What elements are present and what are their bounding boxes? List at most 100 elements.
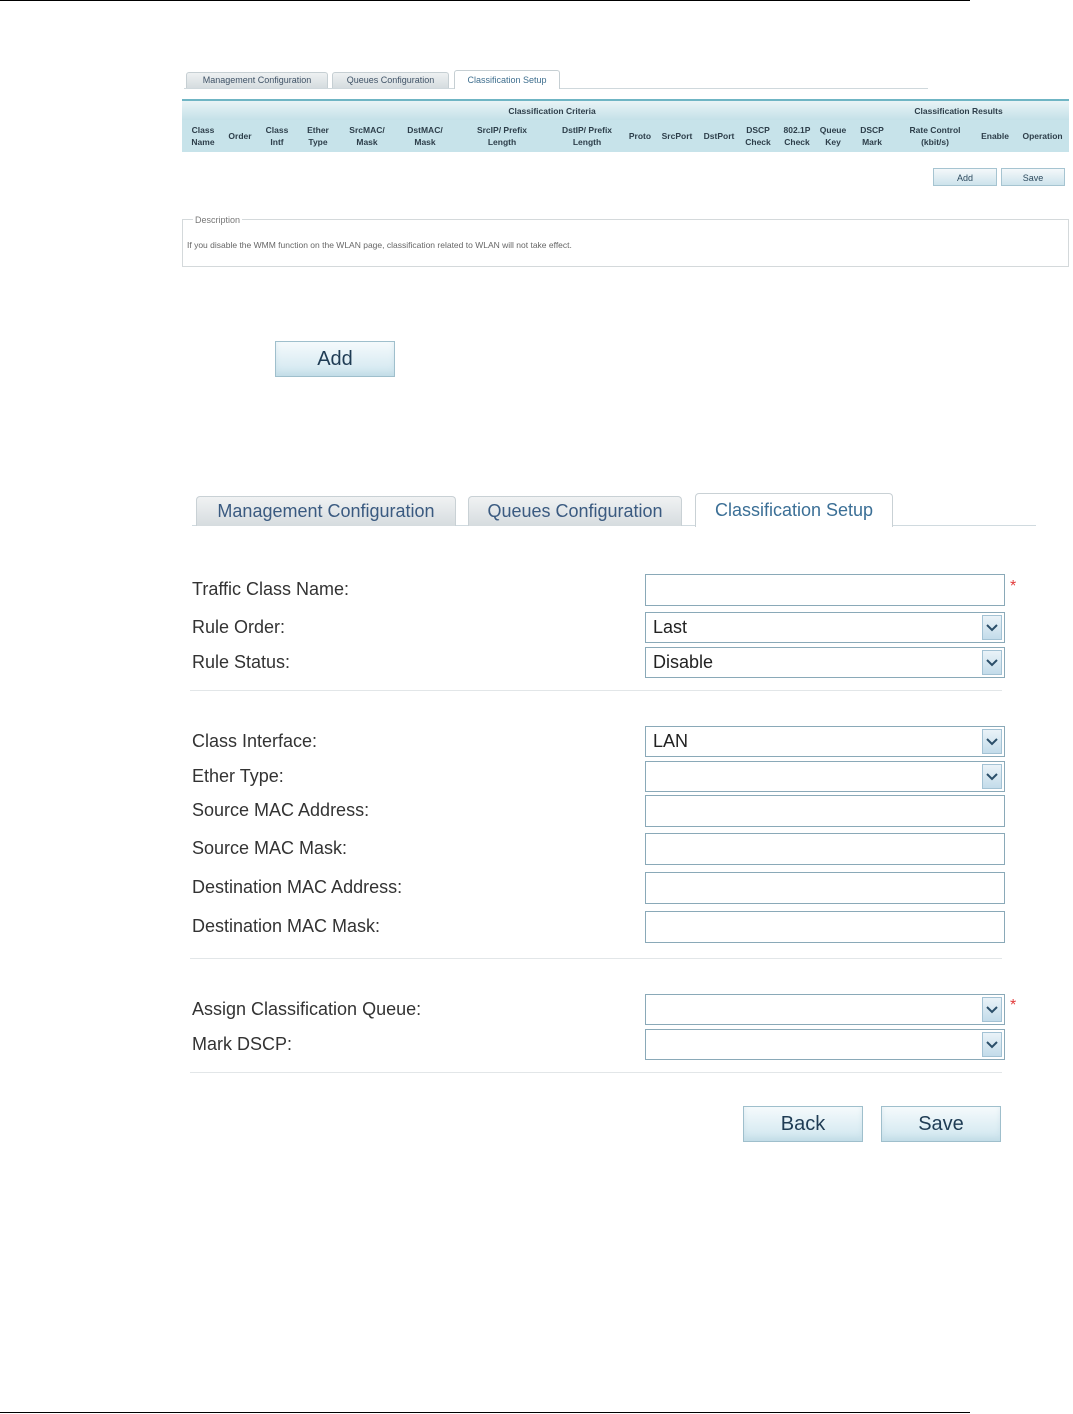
small-save-button[interactable]: Save xyxy=(1001,168,1065,186)
destination-mac-address-label: Destination MAC Address: xyxy=(192,877,403,897)
column-header: DSCP Check xyxy=(740,120,776,152)
column-header: Rate Control (kbit/s) xyxy=(896,120,975,152)
tab-management-configuration[interactable]: Management Configuration xyxy=(196,496,456,526)
required-marker: * xyxy=(1010,578,1017,595)
mark-dscp-select[interactable] xyxy=(645,1029,1005,1060)
chevron-down-icon[interactable] xyxy=(982,615,1002,640)
column-header-line: DstMAC/ xyxy=(407,125,443,135)
description-text: If you disable the WMM function on the W… xyxy=(187,240,572,250)
chevron-down-icon[interactable] xyxy=(982,650,1002,675)
column-header-line: Mask xyxy=(356,137,378,147)
save-button[interactable]: Save xyxy=(881,1106,1001,1142)
rule-status-select[interactable]: Disable xyxy=(645,647,1005,678)
small-tab-management-configuration[interactable]: Management Configuration xyxy=(186,72,328,88)
tab-bar: Management Configuration Queues Configur… xyxy=(192,493,1036,527)
assign-classification-queue-select[interactable] xyxy=(645,994,1005,1025)
source-mac-mask-label: Source MAC Mask: xyxy=(192,838,348,858)
destination-mac-mask-input[interactable] xyxy=(645,911,1005,943)
source-mac-mask-input[interactable] xyxy=(645,833,1005,865)
column-header-line: Class xyxy=(265,125,289,135)
column-header-line: Class xyxy=(191,125,215,135)
column-header-line: (kbit/s) xyxy=(921,137,949,147)
rule-order-select[interactable]: Last xyxy=(645,612,1005,643)
destination-mac-mask-label: Destination MAC Mask: xyxy=(192,916,381,936)
rule-order-label: Rule Order: xyxy=(192,617,286,637)
small-tab-classification-setup[interactable]: Classification Setup xyxy=(454,70,560,89)
page-top-rule xyxy=(0,0,970,1)
section-divider xyxy=(190,690,1002,691)
ether-type-select[interactable] xyxy=(645,761,1005,792)
column-header-line: Name xyxy=(191,137,215,147)
traffic-class-name-label: Traffic Class Name: xyxy=(192,579,350,599)
column-header-line: Check xyxy=(745,137,771,147)
column-header-line: SrcIP/ Prefix xyxy=(476,125,528,135)
column-header: Proto xyxy=(624,120,656,152)
classification-results-header: Classification Results xyxy=(848,99,1070,120)
traffic-class-name-input[interactable] xyxy=(645,574,1005,606)
chevron-down-icon[interactable] xyxy=(982,997,1002,1022)
column-header-line: Enable xyxy=(981,131,1009,141)
column-header-line: Type xyxy=(308,137,328,147)
column-header-line: DSCP xyxy=(746,125,770,135)
section-divider xyxy=(190,958,1002,959)
class-interface-label: Class Interface: xyxy=(192,731,318,751)
column-header-line: Intf xyxy=(270,137,284,147)
page-bottom-rule xyxy=(0,1412,970,1413)
column-header-line: Length xyxy=(487,137,517,147)
description-box: Description If you disable the WMM funct… xyxy=(182,214,1069,267)
rule-order-value: Last xyxy=(653,617,688,637)
column-header-line: Queue xyxy=(819,125,847,135)
column-header-line: Mask xyxy=(414,137,436,147)
column-header-line: DstPort xyxy=(703,131,735,141)
column-header: Class Intf xyxy=(256,120,298,152)
class-interface-select[interactable]: LAN xyxy=(645,726,1005,757)
column-header-line: Mark xyxy=(862,137,882,147)
classification-criteria-header: Classification Criteria xyxy=(256,99,849,120)
column-header-line: SrcMAC/ xyxy=(349,125,385,135)
column-header: DstMAC/Mask xyxy=(396,120,454,152)
chevron-down-icon[interactable] xyxy=(982,729,1002,754)
column-header: Enable xyxy=(974,120,1017,152)
small-add-button[interactable]: Add xyxy=(933,168,997,186)
header-spacer xyxy=(182,99,256,120)
column-header: SrcPort xyxy=(656,120,698,152)
column-header: SrcMAC/Mask xyxy=(338,120,396,152)
column-header: DSCP Mark xyxy=(848,120,897,152)
column-header: 802.1P Check xyxy=(776,120,818,152)
column-header-line: Proto xyxy=(628,131,652,141)
column-header: SrcIP/ Prefix Length xyxy=(454,120,550,152)
class-interface-value: LAN xyxy=(653,731,689,751)
back-button[interactable]: Back xyxy=(743,1106,863,1142)
column-header-line: DSCP xyxy=(860,125,884,135)
column-header: DstPort xyxy=(698,120,740,152)
chevron-down-icon[interactable] xyxy=(982,1032,1002,1057)
column-header-line: Rate Control xyxy=(909,125,961,135)
add-button[interactable]: Add xyxy=(275,341,395,377)
chevron-down-icon[interactable] xyxy=(982,764,1002,789)
ether-type-label: Ether Type: xyxy=(192,766,284,786)
tab-queues-configuration[interactable]: Queues Configuration xyxy=(468,496,682,526)
column-header: Queue Key xyxy=(818,120,849,152)
tab-classification-setup[interactable]: Classification Setup xyxy=(695,493,893,527)
rule-status-label: Rule Status: xyxy=(192,652,291,672)
source-mac-address-input[interactable] xyxy=(645,795,1005,827)
destination-mac-address-input[interactable] xyxy=(645,872,1005,904)
column-header: Ether Type xyxy=(298,120,338,152)
assign-classification-queue-label: Assign Classification Queue: xyxy=(192,999,422,1019)
column-header-line: Key xyxy=(825,137,841,147)
small-tab-queues-configuration[interactable]: Queues Configuration xyxy=(332,72,449,88)
section-divider xyxy=(190,1072,1002,1073)
required-marker: * xyxy=(1010,997,1017,1014)
source-mac-address-label: Source MAC Address: xyxy=(192,800,370,820)
mark-dscp-label: Mark DSCP: xyxy=(192,1034,293,1054)
classification-table: Classification Criteria Classification R… xyxy=(182,99,1070,152)
column-header-line: DstIP/ Prefix xyxy=(561,125,613,135)
column-header: Class Name xyxy=(182,120,224,152)
column-header: DstIP/ Prefix Length xyxy=(550,120,624,152)
rule-status-value: Disable xyxy=(653,652,714,672)
column-header-line: 802.1P xyxy=(783,125,811,135)
description-legend: Description xyxy=(193,214,243,226)
column-header-line: Check xyxy=(784,137,810,147)
column-header-line: Length xyxy=(572,137,602,147)
column-header-line: Ether xyxy=(307,125,329,135)
